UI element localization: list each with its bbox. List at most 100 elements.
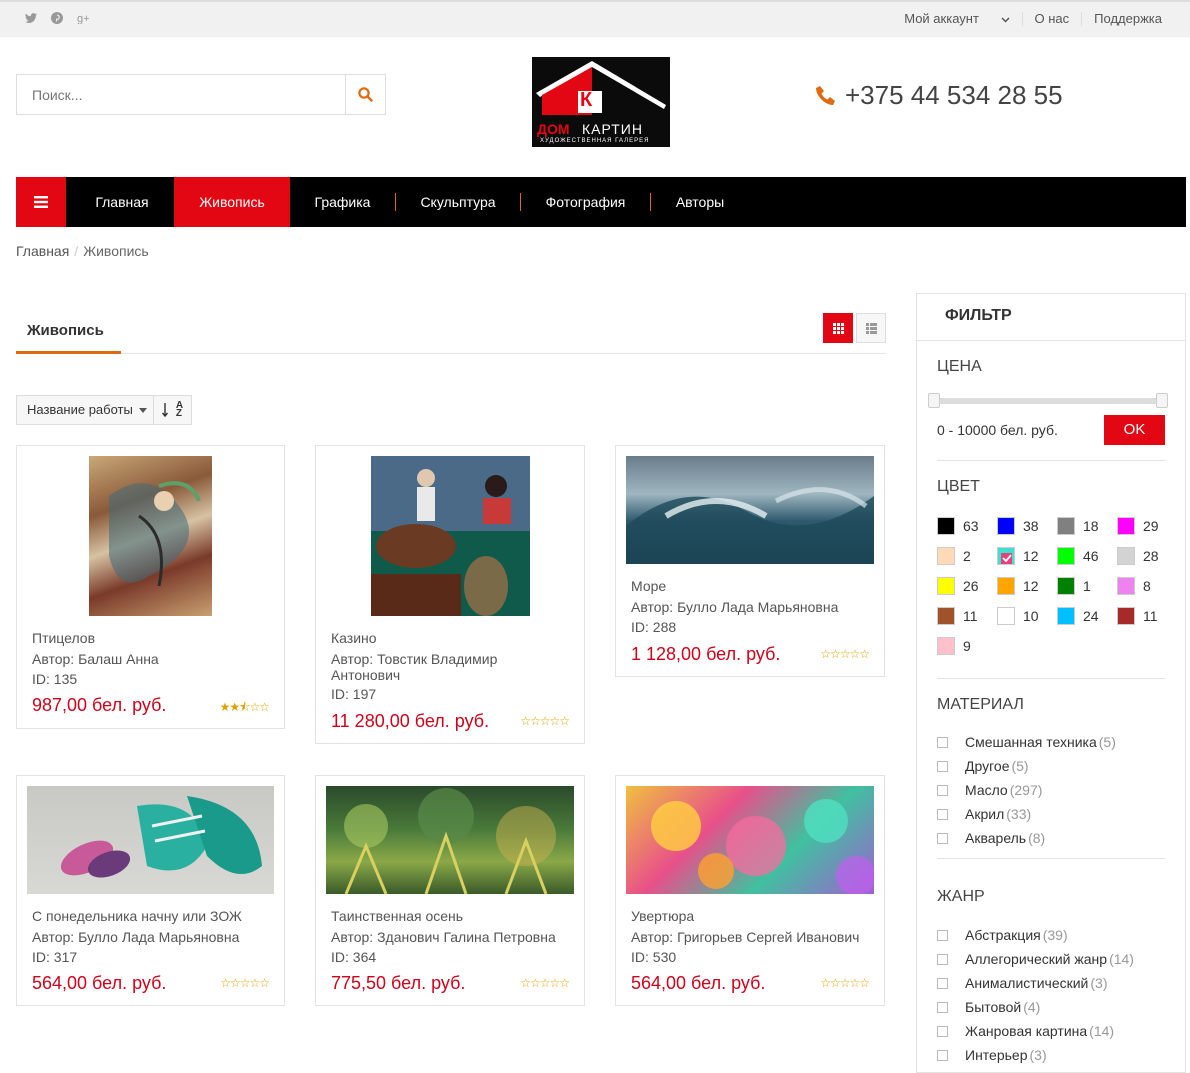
color-swatch[interactable]: 12 xyxy=(997,577,1039,595)
slider-handle-max[interactable] xyxy=(1156,393,1168,408)
checkbox[interactable] xyxy=(937,832,948,844)
color-swatch-box[interactable] xyxy=(997,607,1015,625)
price-slider[interactable] xyxy=(928,393,1168,408)
price-ok-button[interactable]: OK xyxy=(1104,415,1165,445)
product-name[interactable]: Увертюра xyxy=(631,908,694,924)
color-swatch-box[interactable] xyxy=(997,577,1015,595)
product-name[interactable]: Казино xyxy=(331,630,377,646)
material-option[interactable]: Другое (5) xyxy=(937,758,1029,774)
genre-option[interactable]: Бытовой (4) xyxy=(937,999,1040,1015)
about-link[interactable]: О нас xyxy=(1021,12,1082,26)
product-image[interactable] xyxy=(326,786,574,894)
grid-view-button[interactable] xyxy=(823,313,853,343)
material-option[interactable]: Акрил (33) xyxy=(937,806,1031,822)
color-swatch-box[interactable] xyxy=(1057,517,1075,535)
color-swatch[interactable]: 10 xyxy=(997,607,1039,625)
color-swatch-box[interactable] xyxy=(1117,607,1135,625)
checkbox[interactable] xyxy=(937,977,948,989)
color-swatch-box[interactable] xyxy=(997,517,1015,535)
color-swatch-box[interactable] xyxy=(997,547,1015,565)
color-swatch-box[interactable] xyxy=(1117,547,1135,565)
checkbox[interactable] xyxy=(937,1001,948,1013)
color-swatch[interactable]: 18 xyxy=(1057,517,1099,535)
color-swatch[interactable]: 24 xyxy=(1057,607,1099,625)
checkbox[interactable] xyxy=(937,953,948,965)
checkbox[interactable] xyxy=(937,760,948,772)
product-card[interactable]: Увертюра Автор: Григорьев Сергей Иванови… xyxy=(615,775,885,1006)
product-image[interactable] xyxy=(27,786,274,894)
support-link[interactable]: Поддержка xyxy=(1081,12,1174,26)
material-option[interactable]: Смешанная техника (5) xyxy=(937,734,1116,750)
nav-item-painting[interactable]: Живопись xyxy=(174,177,290,227)
product-card[interactable]: Море Автор: Булло Лада Марьяновна ID: 28… xyxy=(615,445,885,677)
color-swatch[interactable]: 1 xyxy=(1057,577,1091,595)
material-option[interactable]: Масло (297) xyxy=(937,782,1042,798)
color-swatch-box[interactable] xyxy=(1117,517,1135,535)
product-card[interactable]: Казино Автор: Товстик Владимир Антонович… xyxy=(315,445,585,744)
checkbox[interactable] xyxy=(937,736,948,748)
nav-item-photo[interactable]: Фотография xyxy=(521,177,650,227)
nav-item-graphics[interactable]: Графика xyxy=(290,177,395,227)
checkbox[interactable] xyxy=(937,808,948,820)
color-swatch[interactable]: 46 xyxy=(1057,547,1099,565)
color-swatch-box[interactable] xyxy=(1117,577,1135,595)
color-swatch[interactable]: 11 xyxy=(937,607,978,625)
search-button[interactable] xyxy=(345,75,385,114)
genre-option[interactable]: Абстракция (39) xyxy=(937,927,1068,943)
sort-select[interactable]: Название работы xyxy=(17,396,154,424)
color-swatch-box[interactable] xyxy=(937,607,955,625)
color-swatch[interactable]: 63 xyxy=(937,517,979,535)
material-option[interactable]: Акварель (8) xyxy=(937,830,1045,846)
site-logo[interactable]: К ДОМ КАРТИН ХУДОЖЕСТВЕННАЯ ГАЛЕРЕЯ xyxy=(532,57,670,147)
search-input[interactable] xyxy=(17,75,346,114)
sort-direction-button[interactable]: AZ xyxy=(154,396,191,424)
color-swatch[interactable]: 11 xyxy=(1117,607,1158,625)
checkbox[interactable] xyxy=(937,929,948,941)
checkbox[interactable] xyxy=(937,1049,948,1061)
product-card[interactable]: Таинственная осень Автор: Зданович Галин… xyxy=(315,775,585,1006)
color-swatch[interactable]: 29 xyxy=(1117,517,1159,535)
checkbox[interactable] xyxy=(937,1025,948,1037)
account-menu[interactable]: Мой аккаунт xyxy=(892,12,1021,26)
breadcrumb-home[interactable]: Главная xyxy=(16,243,69,259)
product-name[interactable]: Таинственная осень xyxy=(331,908,463,924)
phone[interactable]: +375 44 534 28 55 xyxy=(815,80,1063,111)
nav-item-sculpture[interactable]: Скульптура xyxy=(396,177,520,227)
product-name[interactable]: Птицелов xyxy=(32,630,95,646)
color-swatch-box[interactable] xyxy=(937,637,955,655)
product-image[interactable] xyxy=(626,456,874,564)
nav-item-home[interactable]: Главная xyxy=(71,177,173,227)
color-swatch[interactable]: 28 xyxy=(1117,547,1159,565)
checkbox[interactable] xyxy=(937,784,948,796)
color-swatch[interactable]: 8 xyxy=(1117,577,1151,595)
product-name[interactable]: С понедельника начну или ЗОЖ xyxy=(32,908,242,924)
google-plus-icon[interactable]: g+ xyxy=(76,12,90,27)
product-image[interactable] xyxy=(89,456,212,616)
slider-handle-min[interactable] xyxy=(928,393,940,408)
color-swatch-box[interactable] xyxy=(1057,547,1075,565)
pinterest-icon[interactable] xyxy=(50,12,64,27)
color-swatch[interactable]: 2 xyxy=(937,547,971,565)
color-swatch[interactable]: 26 xyxy=(937,577,979,595)
color-swatch-box[interactable] xyxy=(937,517,955,535)
menu-button[interactable] xyxy=(16,177,66,227)
color-swatch[interactable]: 9 xyxy=(937,637,971,655)
list-view-button[interactable] xyxy=(856,313,886,343)
color-swatch-box[interactable] xyxy=(937,577,955,595)
color-swatch[interactable]: 12 xyxy=(997,547,1039,565)
color-swatch[interactable]: 38 xyxy=(997,517,1039,535)
genre-option[interactable]: Анималистический (3) xyxy=(937,975,1108,991)
twitter-icon[interactable] xyxy=(24,12,38,27)
genre-option[interactable]: Аллегорический жанр (14) xyxy=(937,951,1134,967)
product-image[interactable] xyxy=(371,456,530,616)
product-image[interactable] xyxy=(626,786,874,894)
color-swatch-box[interactable] xyxy=(937,547,955,565)
product-name[interactable]: Море xyxy=(631,578,666,594)
product-card[interactable]: С понедельника начну или ЗОЖ Автор: Булл… xyxy=(16,775,285,1006)
nav-item-authors[interactable]: Авторы xyxy=(651,177,749,227)
genre-option[interactable]: Интерьер (3) xyxy=(937,1047,1047,1063)
genre-option[interactable]: Жанровая картина (14) xyxy=(937,1023,1114,1039)
color-swatch-box[interactable] xyxy=(1057,577,1075,595)
color-swatch-box[interactable] xyxy=(1057,607,1075,625)
product-card[interactable]: Птицелов Автор: Балаш Анна ID: 135 987,0… xyxy=(16,445,285,729)
